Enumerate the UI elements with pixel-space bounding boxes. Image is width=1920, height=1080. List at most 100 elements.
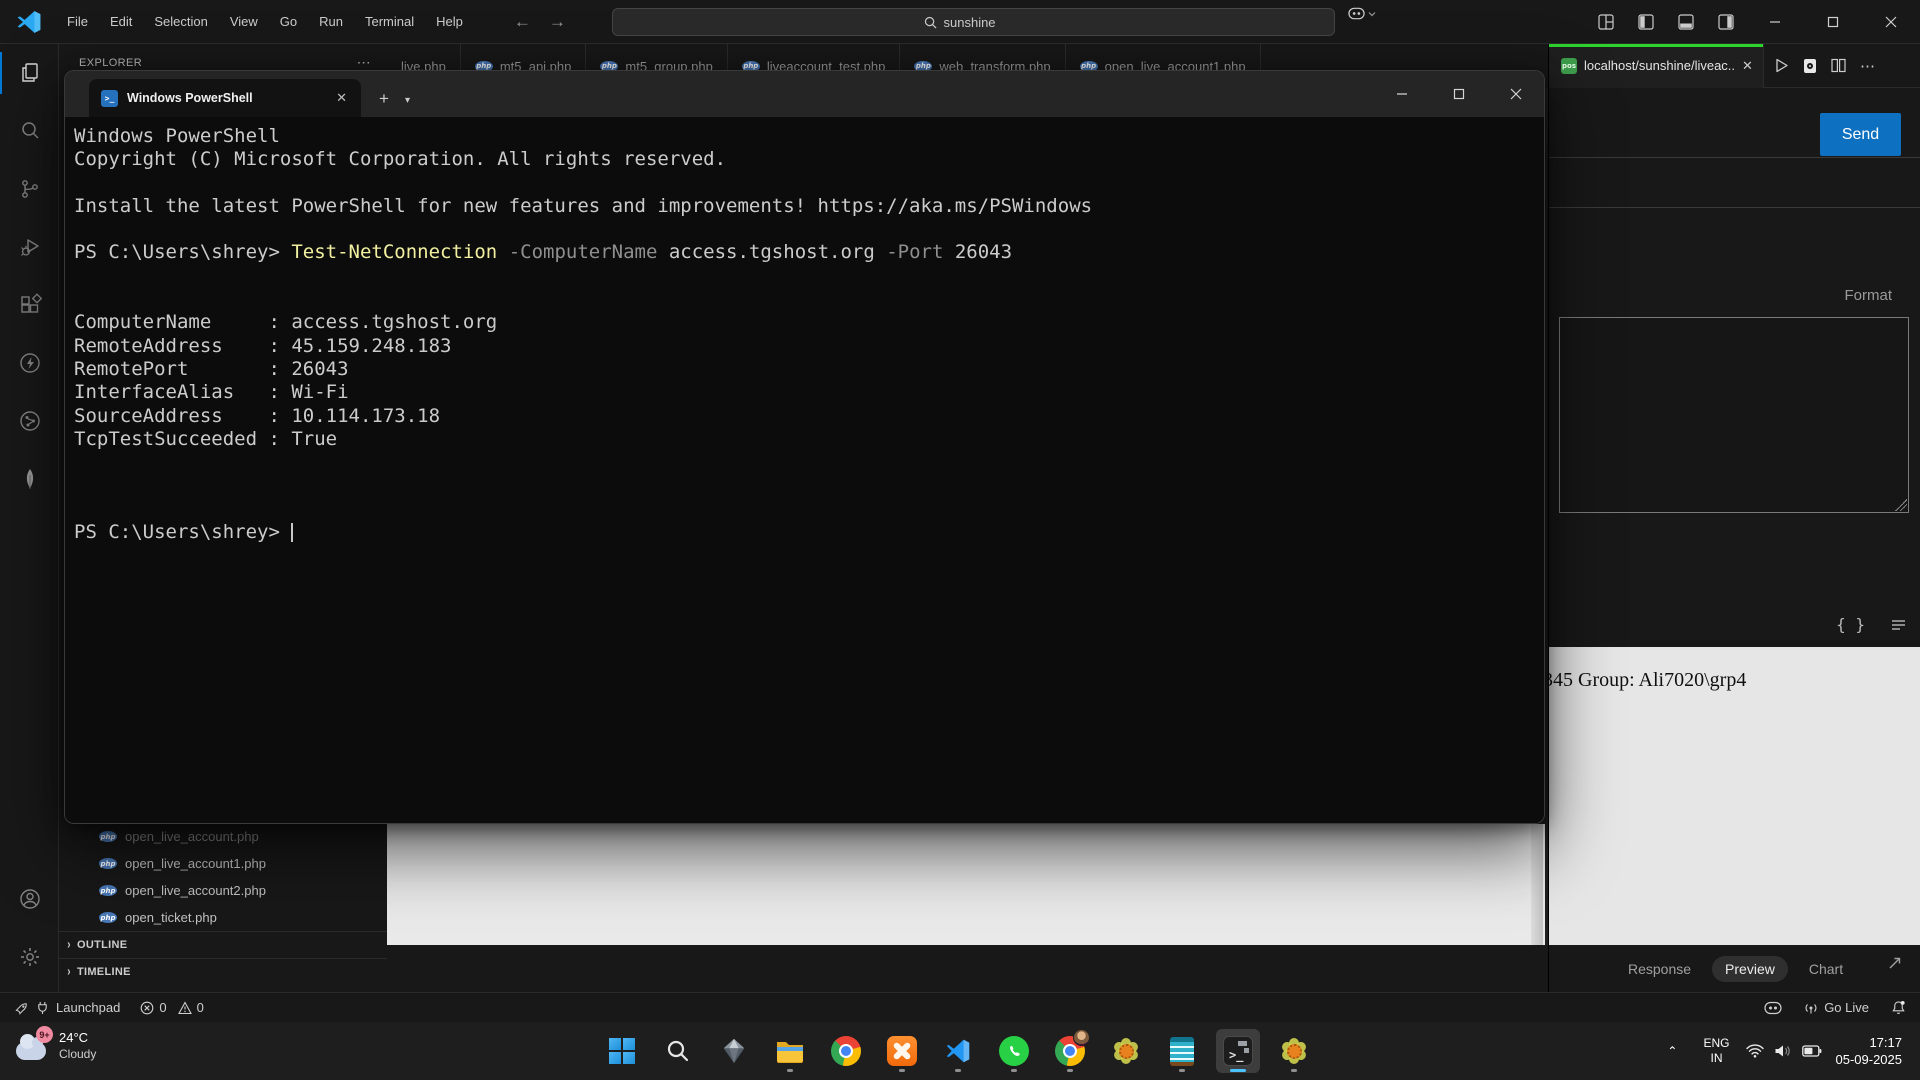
menu-selection[interactable]: Selection [143,9,218,34]
language-line1: ENG [1703,1036,1729,1051]
tab-response[interactable]: Response [1615,956,1704,982]
battery-icon[interactable] [1802,1045,1822,1057]
wifi-icon[interactable] [1746,1044,1764,1058]
language-indicator[interactable]: ENG IN [1703,1036,1729,1066]
tray-overflow-chevron-icon[interactable]: ⌃ [1667,1044,1677,1058]
request-body-textarea[interactable] [1559,317,1909,513]
tab-localhost-preview[interactable]: pos localhost/sunshine/liveac.. ✕ [1549,44,1764,88]
terminal-close-icon[interactable] [1487,71,1544,117]
menu-run[interactable]: Run [308,9,354,34]
browser-tabstrip: pos localhost/sunshine/liveac.. ✕ ⋯ [1549,44,1920,88]
send-button[interactable]: Send [1820,113,1901,156]
menu-help[interactable]: Help [425,9,474,34]
sidebar-item-thunder-client[interactable] [0,334,59,392]
tab-close-icon[interactable]: ✕ [1742,58,1753,74]
copilot-status-icon[interactable] [1764,1001,1782,1015]
search-input[interactable] [944,15,1024,30]
customize-layout-icon[interactable] [1591,7,1621,37]
powershell-tab[interactable]: >_ Windows PowerShell ✕ [89,79,361,117]
time: 17:17 [1836,1034,1903,1051]
window-close-icon[interactable] [1862,0,1920,44]
toggle-panel-icon[interactable] [1671,7,1701,37]
go-live-label: Go Live [1824,1000,1869,1015]
editor-group-divider[interactable] [1548,44,1549,992]
sidebar-item-search[interactable] [0,102,59,160]
explorer-header: EXPLORER [79,57,142,69]
sidebar-item-mongodb[interactable] [0,450,59,508]
settings-button[interactable] [0,928,59,986]
tab-chart[interactable]: Chart [1796,956,1856,982]
clock[interactable]: 17:17 05-09-2025 [1836,1034,1903,1068]
timeline-section-header[interactable]: › TIMELINE [59,958,387,985]
project-graph-icon [18,409,42,433]
file-name: open_ticket.php [125,910,217,925]
taskbar-terminal[interactable]: >_ [1216,1029,1260,1073]
new-tab-icon[interactable]: + [379,89,389,109]
sidebar-item-source-control[interactable] [0,160,59,218]
menu-view[interactable]: View [219,9,269,34]
copilot-button[interactable] [1348,7,1376,20]
command-search-box[interactable] [612,8,1335,36]
go-live-button[interactable]: Go Live [1804,1000,1869,1015]
window-minimize-icon[interactable] [1746,0,1804,44]
tab-preview[interactable]: Preview [1712,956,1788,982]
taskbar-chrome-profile[interactable] [1048,1029,1092,1073]
toggle-sidebar-icon[interactable] [1631,7,1661,37]
expand-view-icon[interactable] [1886,954,1904,972]
search-icon [665,1038,691,1064]
sidebar-item-run-debug[interactable] [0,218,59,276]
window-restore-icon[interactable] [1804,0,1862,44]
toggle-secondary-sidebar-icon[interactable] [1711,7,1741,37]
tab-dropdown-icon[interactable]: ▾ [405,95,410,106]
taskbar-whatsapp[interactable] [992,1029,1036,1073]
sidebar-item-project-graph[interactable] [0,392,59,450]
list-item[interactable]: phpopen_live_account1.php [59,850,387,877]
taskbar-notepad[interactable] [1160,1029,1204,1073]
weather-widget[interactable]: 9+ 24°C Cloudy [16,1029,96,1063]
problems-indicator[interactable]: 0 0 [140,1000,203,1015]
powershell-titlebar[interactable]: >_ Windows PowerShell ✕ + ▾ [65,71,1544,117]
taskbar-gear-app[interactable] [1104,1029,1148,1073]
open-in-device-icon[interactable] [1803,58,1817,74]
sidebar-item-explorer[interactable] [0,44,59,102]
taskbar-chrome[interactable] [824,1029,868,1073]
menu-terminal[interactable]: Terminal [354,9,425,34]
format-json-icon[interactable]: { } [1836,615,1865,634]
terminal-maximize-icon[interactable] [1430,71,1487,117]
more-actions-icon[interactable]: ⋯ [1860,57,1875,75]
powershell-window[interactable]: >_ Windows PowerShell ✕ + ▾ Windows Powe… [64,70,1545,824]
nav-back-icon[interactable]: ← [514,12,531,32]
list-item[interactable]: phpopen_ticket.php [59,904,387,931]
tab-close-icon[interactable]: ✕ [332,90,351,106]
notifications-bell-icon[interactable] [1891,1000,1906,1015]
windows-start-button[interactable] [600,1029,644,1073]
split-editor-icon[interactable] [1831,58,1846,73]
powershell-output[interactable]: Windows PowerShellCopyright (C) Microsof… [65,117,1544,823]
wrap-lines-icon[interactable] [1891,619,1906,631]
terminal-line [74,474,1544,497]
menu-go[interactable]: Go [269,9,308,34]
explorer-more-actions-icon[interactable]: ⋯ [357,54,371,71]
volume-icon[interactable] [1774,1044,1792,1058]
menu-file[interactable]: File [56,9,99,34]
list-item[interactable]: phpopen_live_account.php [59,823,387,850]
launchpad-button[interactable]: Launchpad [14,1000,120,1015]
list-item[interactable]: phpopen_live_account2.php [59,877,387,904]
resize-grip[interactable] [1895,499,1907,511]
taskbar-vscode[interactable] [936,1029,980,1073]
taskbar-xampp[interactable] [880,1029,924,1073]
taskbar-gear-app-2[interactable] [1272,1029,1316,1073]
menu-edit[interactable]: Edit [99,9,143,34]
taskbar-search-button[interactable] [656,1029,700,1073]
terminal-minimize-icon[interactable] [1373,71,1430,117]
nav-forward-icon[interactable]: → [549,12,566,32]
account-button[interactable] [0,870,59,928]
outline-section-header[interactable]: › OUTLINE [59,931,387,958]
taskbar-file-explorer[interactable] [768,1029,812,1073]
taskbar-gem-app[interactable] [712,1029,756,1073]
format-label[interactable]: Format [1844,287,1892,304]
sidebar-item-extensions[interactable] [0,276,59,334]
error-count: 0 [159,1000,166,1015]
run-file-icon[interactable] [1774,58,1789,73]
scrollbar[interactable] [1531,824,1543,945]
